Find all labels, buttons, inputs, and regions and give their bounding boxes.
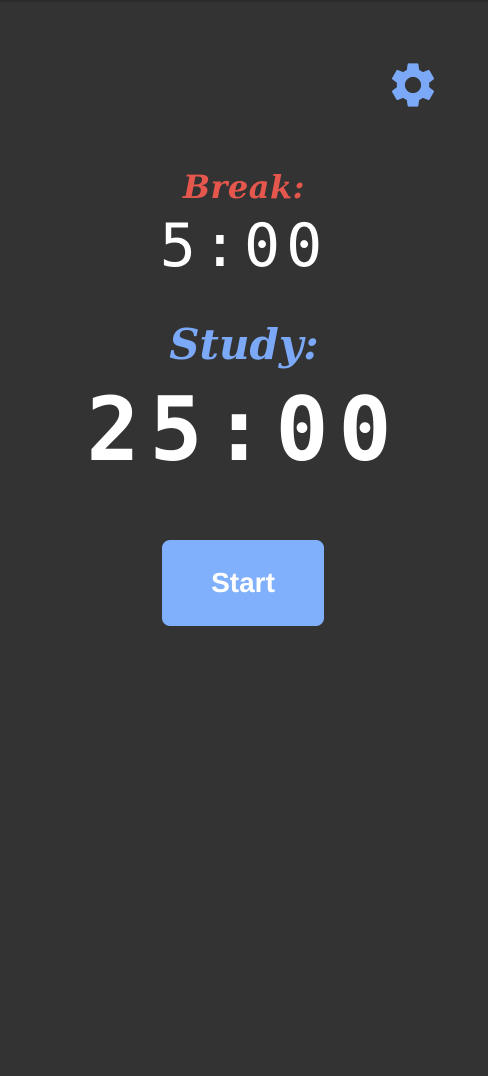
break-label: Break:: [183, 168, 305, 206]
start-button[interactable]: Start: [162, 540, 324, 626]
gear-icon: [391, 63, 435, 107]
settings-button[interactable]: [386, 58, 440, 112]
top-divider: [0, 0, 488, 2]
study-label: Study:: [169, 320, 319, 369]
break-time: 5:00: [159, 211, 329, 281]
study-time: 25:00: [86, 378, 402, 481]
